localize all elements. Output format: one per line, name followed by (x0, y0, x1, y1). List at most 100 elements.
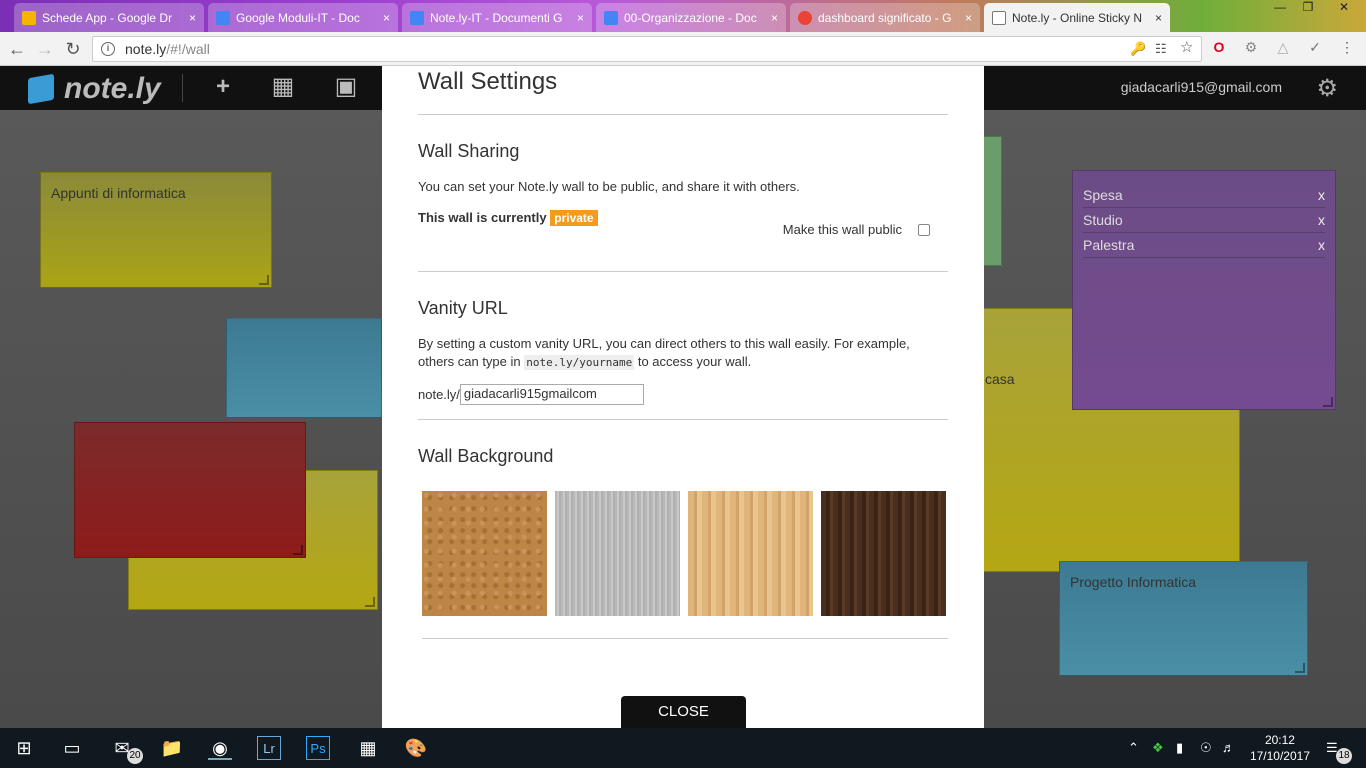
forward-icon[interactable]: → (34, 38, 56, 60)
sticky-note[interactable] (74, 422, 306, 558)
resize-handle[interactable] (259, 275, 269, 285)
resize-handle[interactable] (1295, 663, 1305, 673)
sharing-description: You can set your Note.ly wall to be publ… (418, 179, 800, 194)
divider (418, 419, 948, 420)
add-note-icon[interactable]: + (210, 74, 236, 100)
windows-start-icon[interactable]: ⊞ (12, 736, 36, 760)
battery-icon[interactable]: ▮ (1176, 740, 1183, 756)
google-drive-icon (22, 10, 36, 25)
opera-icon[interactable]: O (1210, 38, 1228, 56)
key-icon[interactable]: 🔑 (1130, 41, 1146, 57)
paint-icon[interactable]: 🎨 (404, 736, 428, 760)
wifi-icon[interactable]: ☉ (1200, 740, 1212, 756)
tab-close-icon[interactable]: × (771, 11, 778, 25)
list-item[interactable]: Spesa x (1083, 183, 1325, 208)
note-text: Appunti di informatica (51, 185, 186, 201)
resize-handle[interactable] (1323, 397, 1333, 407)
browser-tab-strip: Schede App - Google Dr × Google Moduli-I… (0, 0, 1366, 32)
tab-close-icon[interactable]: × (577, 11, 584, 25)
background-cork-option[interactable] (422, 491, 547, 616)
browser-tab[interactable]: Note.ly-IT - Documenti G × (402, 3, 592, 32)
store-icon[interactable]: ▦ (356, 736, 380, 760)
remove-item-icon[interactable]: x (1318, 212, 1325, 228)
vanity-prefix: note.ly/ (418, 387, 460, 402)
remove-item-icon[interactable]: x (1318, 187, 1325, 203)
star-icon[interactable]: ☆ (1180, 38, 1193, 56)
check-icon[interactable]: ✓ (1306, 38, 1324, 56)
translate-icon[interactable]: ☷ (1155, 41, 1167, 57)
browser-tab[interactable]: dashboard significato - G × (790, 3, 980, 32)
lightroom-icon[interactable]: Lr (257, 736, 281, 760)
background-walnut-option[interactable] (821, 491, 946, 616)
photoshop-icon[interactable]: Ps (306, 736, 330, 760)
tab-title: Schede App - Google Dr (42, 10, 173, 25)
user-email[interactable]: giadacarli915@gmail.com (1121, 79, 1282, 95)
app-logo[interactable]: note.ly (28, 72, 161, 106)
make-public-toggle[interactable]: Make this wall public (783, 222, 930, 237)
tab-close-icon[interactable]: × (965, 11, 972, 25)
vanity-url-input[interactable]: giadacarli915gmailcom (459, 384, 644, 405)
list-item-label: Palestra (1083, 237, 1135, 253)
volume-icon[interactable]: ♬ (1222, 740, 1235, 755)
notes-stack-icon[interactable]: ▦ (270, 74, 296, 100)
background-bamboo-option[interactable] (688, 491, 813, 616)
show-hidden-icons[interactable]: ⌃ (1128, 740, 1139, 756)
make-public-checkbox[interactable] (918, 223, 930, 236)
clock-date: 17/10/2017 (1249, 749, 1310, 763)
browser-tab-active[interactable]: Note.ly - Online Sticky N × (984, 3, 1170, 32)
tab-close-icon[interactable]: × (383, 11, 390, 25)
list-note[interactable]: Spesa x Studio x Palestra x (1072, 170, 1336, 410)
tab-title: Note.ly-IT - Documenti G (430, 10, 563, 25)
google-docs-icon (604, 10, 618, 25)
google-icon (798, 10, 812, 25)
vanity-url-row: note.ly/ giadacarli915gmailcom (418, 384, 948, 405)
google-docs-icon (216, 10, 230, 25)
extension-icon[interactable]: ⚙ (1242, 38, 1260, 56)
reload-icon[interactable]: ↻ (62, 38, 84, 60)
menu-icon[interactable]: ⋮ (1338, 38, 1356, 56)
status-label: This wall is currently (418, 210, 547, 225)
background-metal-option[interactable] (555, 491, 680, 616)
file-explorer-icon[interactable]: 📁 (160, 736, 184, 760)
info-icon[interactable]: i (101, 42, 115, 56)
status-badge: private (550, 210, 598, 226)
page-icon (992, 10, 1006, 25)
restore-icon[interactable]: ❐ (1294, 0, 1322, 18)
clock-time: 20:12 (1264, 733, 1295, 747)
mail-count-badge: 20 (127, 748, 143, 764)
make-public-label: Make this wall public (782, 222, 902, 237)
sharing-status-row: This wall is currently private Make this… (418, 210, 948, 272)
close-button[interactable]: CLOSE (621, 696, 746, 728)
browser-tab[interactable]: Schede App - Google Dr × (14, 3, 204, 32)
browser-tab[interactable]: 00-Organizzazione - Doc × (596, 3, 786, 32)
minimize-icon[interactable]: — (1266, 0, 1294, 18)
window-close-icon[interactable]: ✕ (1326, 0, 1362, 18)
dropbox-icon[interactable]: ❖ (1152, 740, 1164, 756)
header-divider (182, 74, 183, 102)
sticky-note[interactable]: Appunti di informatica (40, 172, 272, 288)
sharing-heading: Wall Sharing (418, 141, 520, 161)
google-docs-icon (410, 10, 424, 25)
resize-handle[interactable] (293, 545, 303, 555)
resize-handle[interactable] (365, 597, 375, 607)
sticky-note[interactable]: Progetto Informatica (1059, 561, 1308, 676)
tab-title: 00-Organizzazione - Doc (624, 10, 757, 25)
chrome-icon[interactable]: ◉ (208, 736, 232, 760)
list-item[interactable]: Palestra x (1083, 233, 1325, 258)
tab-title: Google Moduli-IT - Doc (236, 10, 360, 25)
address-bar[interactable]: i note.ly/#!/wall (92, 36, 1202, 62)
list-item[interactable]: Studio x (1083, 208, 1325, 233)
image-icon[interactable]: ▣ (333, 74, 359, 100)
drive-icon[interactable]: △ (1274, 38, 1292, 56)
gear-icon[interactable]: ⚙ (1316, 74, 1338, 103)
browser-toolbar: ← → ↻ i note.ly/#!/wall 🔑 ☷ ☆ (0, 32, 1366, 66)
tab-close-icon[interactable]: × (1155, 11, 1162, 25)
task-view-icon[interactable]: ▭ (60, 736, 84, 760)
browser-tab[interactable]: Google Moduli-IT - Doc × (208, 3, 398, 32)
back-icon[interactable]: ← (6, 38, 28, 60)
tab-title: dashboard significato - G (818, 10, 952, 25)
remove-item-icon[interactable]: x (1318, 237, 1325, 253)
tab-close-icon[interactable]: × (189, 11, 196, 25)
system-clock[interactable]: 20:12 17/10/2017 (1250, 732, 1310, 764)
sticky-note[interactable] (226, 318, 382, 418)
